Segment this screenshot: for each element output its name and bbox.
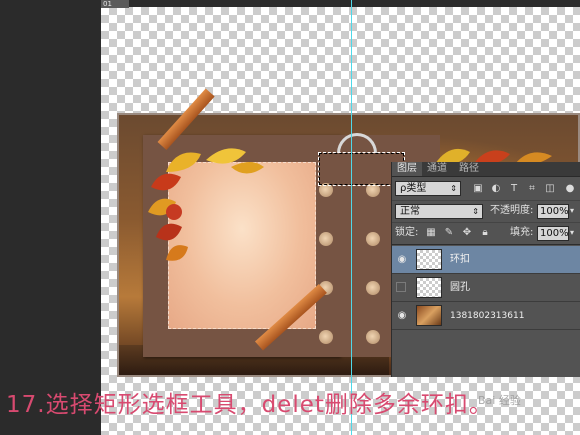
visibility-eye-icon[interactable]: ◉ <box>396 310 408 322</box>
layer-row[interactable]: ◉ 1381802313611 <box>392 302 580 330</box>
visibility-off-box[interactable] <box>396 282 406 292</box>
dropdown-arrow-icon: ⇕ <box>450 184 457 193</box>
type-filter-icon[interactable]: T <box>508 183 520 195</box>
guide-line[interactable] <box>351 0 352 435</box>
hole <box>319 330 333 344</box>
blend-mode-value: 正常 <box>400 206 420 217</box>
lock-position-icon[interactable]: ✥ <box>461 227 473 239</box>
layer-row[interactable]: 圆孔 <box>392 274 580 302</box>
visibility-eye-icon[interactable]: ◉ <box>396 254 408 266</box>
layer-thumbnail <box>416 305 442 326</box>
opacity-label: 不透明度: <box>490 205 534 216</box>
autumn-leaves-decoration <box>148 148 264 261</box>
watermark: Bai 经验 <box>478 394 521 407</box>
lock-all-icon[interactable]: 🔒︎ <box>479 227 491 239</box>
adjustment-filter-icon[interactable]: ◐ <box>490 183 502 195</box>
lock-row: 锁定: ▦ ✎ ✥ 🔒︎ 填充: 100% ▾ <box>392 222 580 245</box>
fill-value: 100% <box>540 228 569 239</box>
layers-panel: 图层 通道 路径 ρ类型 ⇕ ▣ ◐ T ⌗ ◫ ● 正常 ⇕ 不透明度: 10… <box>391 162 580 377</box>
lock-paint-icon[interactable]: ✎ <box>443 227 455 239</box>
hole <box>319 232 333 246</box>
shape-filter-icon[interactable]: ⌗ <box>526 183 538 195</box>
lock-label: 锁定: <box>395 227 419 238</box>
fill-input[interactable]: 100% <box>537 226 569 241</box>
layer-name: 1381802313611 <box>450 311 525 321</box>
hole <box>366 330 380 344</box>
smart-object-filter-icon[interactable]: ◫ <box>544 183 556 195</box>
opacity-value: 100% <box>540 206 569 217</box>
dropdown-arrow-icon: ⇕ <box>472 207 479 216</box>
layer-thumbnail <box>416 277 442 298</box>
layer-filter-row: ρ类型 ⇕ ▣ ◐ T ⌗ ◫ ● <box>392 177 580 201</box>
layer-filter-dropdown[interactable]: ρ类型 ⇕ <box>395 181 461 196</box>
blend-row: 正常 ⇕ 不透明度: 100% ▾ <box>392 200 580 223</box>
blend-mode-dropdown[interactable]: 正常 ⇕ <box>395 204 483 219</box>
filter-toggle-icon[interactable]: ● <box>564 183 576 195</box>
fill-arrow-icon[interactable]: ▾ <box>570 226 574 240</box>
tab-layers[interactable]: 图层 <box>392 162 422 176</box>
tab-paths[interactable]: 路径 <box>454 162 484 176</box>
layer-row[interactable]: ◉ 环扣 <box>392 246 580 274</box>
layer-name: 环扣 <box>450 254 470 265</box>
opacity-arrow-icon[interactable]: ▾ <box>570 204 574 218</box>
hole <box>366 281 380 295</box>
panel-tab-bar: 图层 通道 路径 <box>392 162 580 177</box>
hole <box>366 232 380 246</box>
layer-thumbnail <box>416 249 442 270</box>
image-filter-icon[interactable]: ▣ <box>472 183 484 195</box>
layer-name: 圆孔 <box>450 282 470 293</box>
fill-label: 填充: <box>510 227 534 238</box>
ruler-tag: 01 <box>103 0 112 8</box>
lock-transparency-icon[interactable]: ▦ <box>425 227 437 239</box>
opacity-input[interactable]: 100% <box>537 204 569 219</box>
tab-channels[interactable]: 通道 <box>422 162 452 176</box>
filter-label: ρ类型 <box>400 183 427 194</box>
